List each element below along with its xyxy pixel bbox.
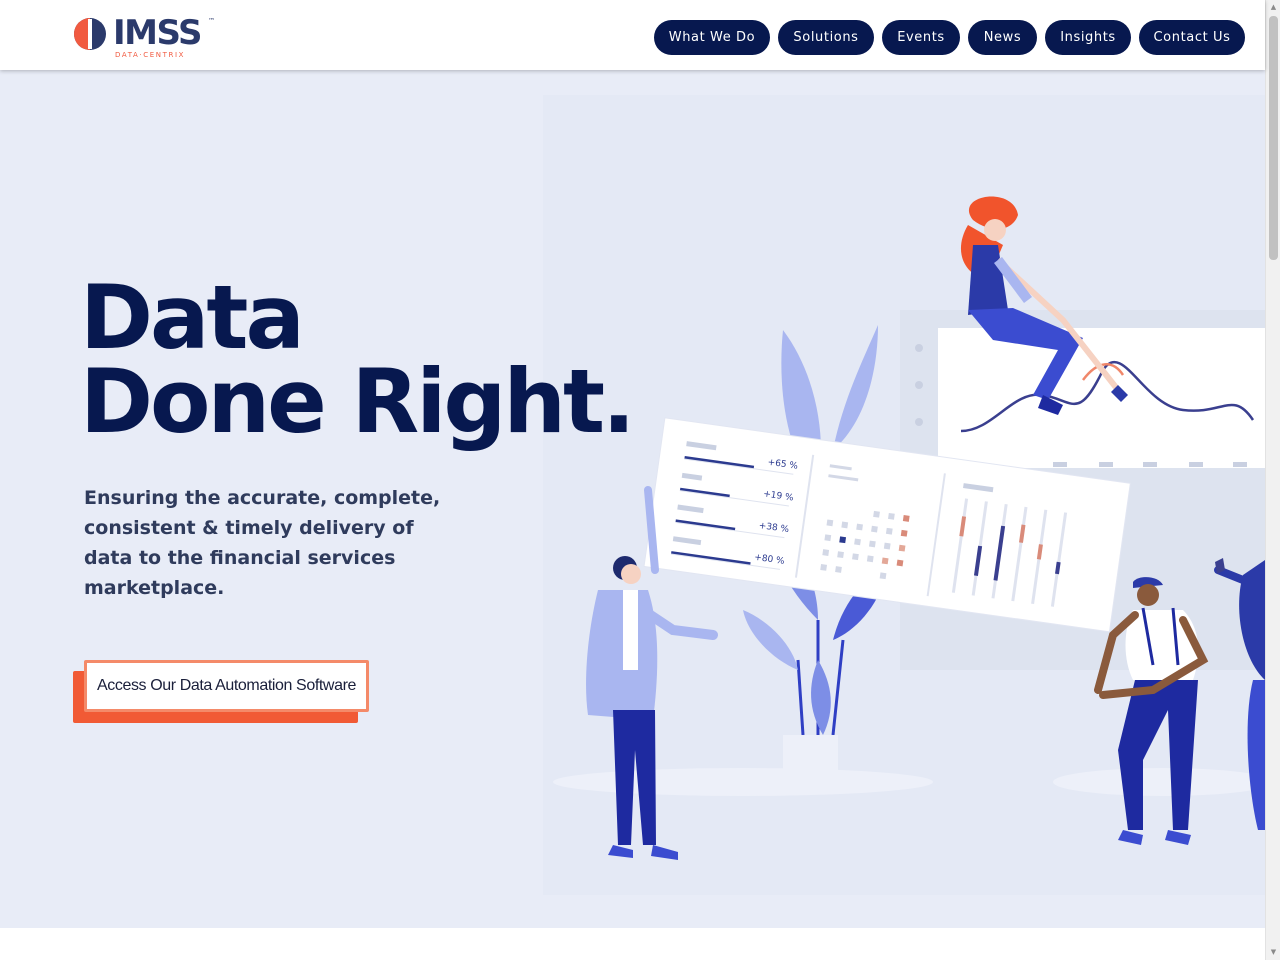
logo-subtitle: DATA·CENTRIX (115, 51, 186, 59)
scroll-down-arrow-icon[interactable]: ▼ (1269, 948, 1278, 956)
site-header: IMSS ™ DATA·CENTRIX What We Do Solutions… (0, 0, 1265, 70)
nav-news[interactable]: News (968, 20, 1037, 55)
imss-logo[interactable]: IMSS ™ DATA·CENTRIX (73, 13, 223, 60)
hero-section: Data Done Right. Ensuring the accurate, … (0, 70, 1265, 928)
scrollbar-thumb[interactable] (1269, 16, 1278, 260)
access-software-button[interactable]: Access Our Data Automation Software (84, 660, 369, 712)
logo-trademark: ™ (208, 17, 215, 25)
scroll-up-arrow-icon[interactable]: ▲ (1269, 3, 1278, 11)
logo-wordmark: IMSS (113, 13, 202, 53)
next-section-edge (0, 928, 1265, 960)
nav-contact-us[interactable]: Contact Us (1139, 20, 1245, 55)
ground-shadow-left (553, 768, 933, 796)
nav-insights[interactable]: Insights (1045, 20, 1131, 55)
hero-tagline: Ensuring the accurate, complete, consist… (84, 487, 441, 599)
page-scrollbar[interactable]: ▲ ▼ (1265, 0, 1280, 960)
data-team-illustration: +65 % +19 % +38 % +80 % (553, 196, 1265, 860)
ground-shadow-right (1053, 768, 1265, 796)
nav-solutions[interactable]: Solutions (778, 20, 874, 55)
nav-what-we-do[interactable]: What We Do (654, 20, 770, 55)
chart-card (938, 328, 1265, 468)
nav-events[interactable]: Events (882, 20, 960, 55)
logo-mark-icon (74, 18, 106, 50)
